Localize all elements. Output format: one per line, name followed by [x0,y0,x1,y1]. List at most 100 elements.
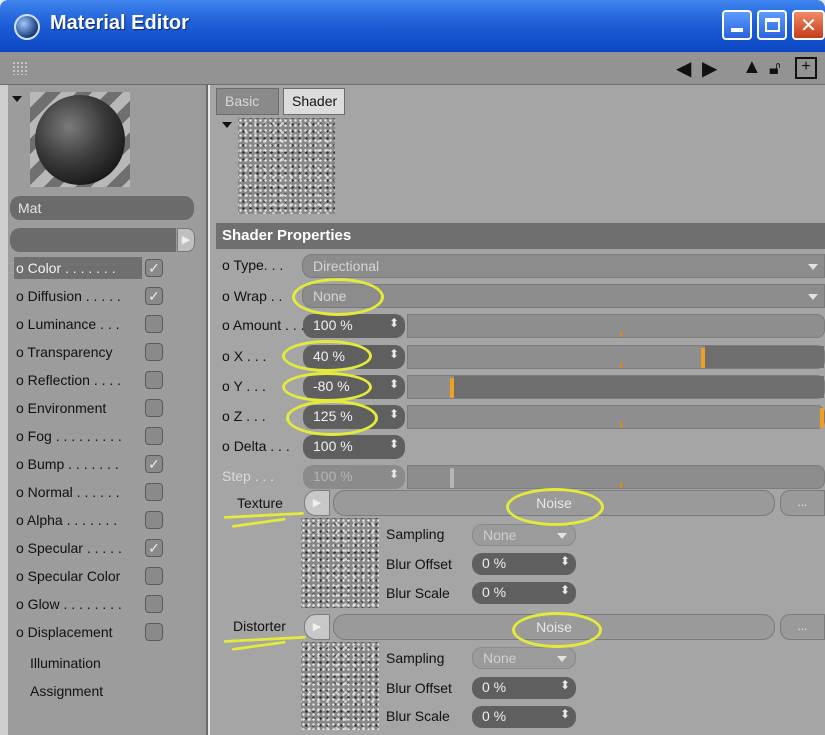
assignment-item[interactable]: Assignment [30,683,103,699]
illumination-item[interactable]: Illumination [30,655,101,671]
spinner-icon[interactable]: ⬍ [560,678,570,692]
param-value-field[interactable]: 100 % ⬍ [303,314,405,338]
distorter-blur-offset-field[interactable]: 0 % ⬍ [472,677,576,699]
channel-row[interactable]: o Diffusion . . . . . ✓ [14,282,204,308]
param-value-field[interactable]: 125 % ⬍ [303,405,405,429]
channel-checkbox[interactable]: ✓ [145,539,163,557]
texture-sampling-select[interactable]: None [472,524,576,546]
channel-row[interactable]: o Specular Color [14,562,204,588]
arrow-right-icon[interactable]: ▶ [702,56,717,81]
channel-label[interactable]: o Specular Color [14,565,142,587]
minimize-button[interactable] [722,10,752,40]
spinner-icon[interactable]: ⬍ [389,467,399,481]
grip-icon[interactable] [12,61,28,75]
spinner-icon[interactable]: ⬍ [389,316,399,330]
channel-checkbox[interactable] [145,371,163,389]
spinner-icon[interactable]: ⬍ [389,347,399,361]
channel-checkbox[interactable]: ✓ [145,287,163,305]
channel-row[interactable]: o Normal . . . . . . [14,478,204,504]
spinner-icon[interactable]: ⬍ [560,707,570,721]
channel-checkbox[interactable] [145,511,163,529]
channel-row[interactable]: o Color . . . . . . . ✓ [14,254,204,280]
channel-label[interactable]: o Reflection . . . . [14,369,142,391]
spinner-icon[interactable]: ⬍ [560,554,570,568]
distorter-more-button[interactable]: ... [780,614,825,640]
param-value-field[interactable]: 100 % ⬍ [303,435,405,459]
channel-checkbox[interactable] [145,623,163,641]
param-slider[interactable] [407,405,825,429]
type-select[interactable]: Directional [302,254,825,278]
channel-checkbox[interactable] [145,595,163,613]
texture-more-button[interactable]: ... [780,490,825,516]
distorter-blur-scale-field[interactable]: 0 % ⬍ [472,706,576,728]
material-name[interactable]: Mat [10,196,194,220]
channel-label[interactable]: o Environment [14,397,142,419]
distorter-shader-button[interactable]: Noise [333,614,775,640]
channel-label[interactable]: o Specular . . . . . [14,537,142,559]
channel-label[interactable]: o Fog . . . . . . . . . [14,425,142,447]
param-value-field[interactable]: 40 % ⬍ [303,345,405,369]
spinner-icon[interactable]: ⬍ [560,583,570,597]
material-dropdown[interactable] [10,228,176,252]
close-button[interactable]: ✕ [792,10,825,40]
shader-preview-menu-icon[interactable] [222,122,232,128]
channel-checkbox[interactable]: ✓ [145,455,163,473]
wrap-select[interactable]: None [302,284,825,308]
channel-label[interactable]: o Bump . . . . . . . [14,453,142,475]
spinner-icon[interactable]: ⬍ [389,407,399,421]
channel-row[interactable]: o Fog . . . . . . . . . [14,422,204,448]
channel-checkbox[interactable] [145,483,163,501]
slider-center-tick [620,362,622,368]
texture-play-button[interactable]: ▶ [304,490,330,516]
channel-checkbox[interactable] [145,315,163,333]
channel-checkbox[interactable]: ✓ [145,259,163,277]
param-slider[interactable] [407,314,825,338]
channel-row[interactable]: o Displacement [14,618,204,644]
tab-shader[interactable]: Shader [283,88,345,115]
channel-row[interactable]: o Glow . . . . . . . . [14,590,204,616]
tab-basic[interactable]: Basic [216,88,279,115]
arrow-up-icon[interactable]: ▲ [742,56,762,79]
channel-label[interactable]: o Luminance . . . [14,313,142,335]
channel-label[interactable]: o Diffusion . . . . . [14,285,142,307]
preview-menu-icon[interactable] [12,96,22,102]
channel-label[interactable]: o Color . . . . . . . [14,257,142,279]
slider-knob[interactable] [701,348,705,368]
lock-icon[interactable]: 🔓︎ [769,58,781,79]
channel-row[interactable]: o Specular . . . . . ✓ [14,534,204,560]
spinner-icon[interactable]: ⬍ [389,437,399,451]
distorter-play-button[interactable]: ▶ [304,614,330,640]
channel-checkbox[interactable] [145,427,163,445]
slider-knob[interactable] [450,378,454,398]
channel-label[interactable]: o Displacement [14,621,142,643]
arrow-left-icon[interactable]: ◀ [676,56,691,81]
spinner-icon[interactable]: ⬍ [389,377,399,391]
channel-row[interactable]: o Transparency [14,338,204,364]
param-value-field[interactable]: 100 % ⬍ [303,465,405,489]
distorter-sampling-select[interactable]: None [472,647,576,669]
param-slider[interactable] [407,465,825,489]
texture-shader-button[interactable]: Noise [333,490,775,516]
param-value-field[interactable]: -80 % ⬍ [303,375,405,399]
channel-label[interactable]: o Glow . . . . . . . . [14,593,142,615]
channel-label[interactable]: o Normal . . . . . . [14,481,142,503]
channel-row[interactable]: o Environment [14,394,204,420]
slider-knob[interactable] [820,408,824,428]
channel-row[interactable]: o Luminance . . . [14,310,204,336]
channel-row[interactable]: o Bump . . . . . . . ✓ [14,450,204,476]
new-window-icon[interactable]: + [795,57,817,79]
channel-checkbox[interactable] [145,399,163,417]
channel-row[interactable]: o Reflection . . . . [14,366,204,392]
channel-label[interactable]: o Transparency [14,341,142,363]
texture-blur-offset-field[interactable]: 0 % ⬍ [472,553,576,575]
channel-checkbox[interactable] [145,567,163,585]
param-label: Step . . . [222,468,275,484]
param-slider[interactable] [407,375,825,399]
channel-row[interactable]: o Alpha . . . . . . . [14,506,204,532]
maximize-button[interactable] [757,10,787,40]
param-slider[interactable] [407,345,825,369]
texture-blur-scale-field[interactable]: 0 % ⬍ [472,582,576,604]
channel-checkbox[interactable] [145,343,163,361]
material-dropdown-arrow-icon[interactable]: ▶ [177,228,195,252]
channel-label[interactable]: o Alpha . . . . . . . [14,509,142,531]
